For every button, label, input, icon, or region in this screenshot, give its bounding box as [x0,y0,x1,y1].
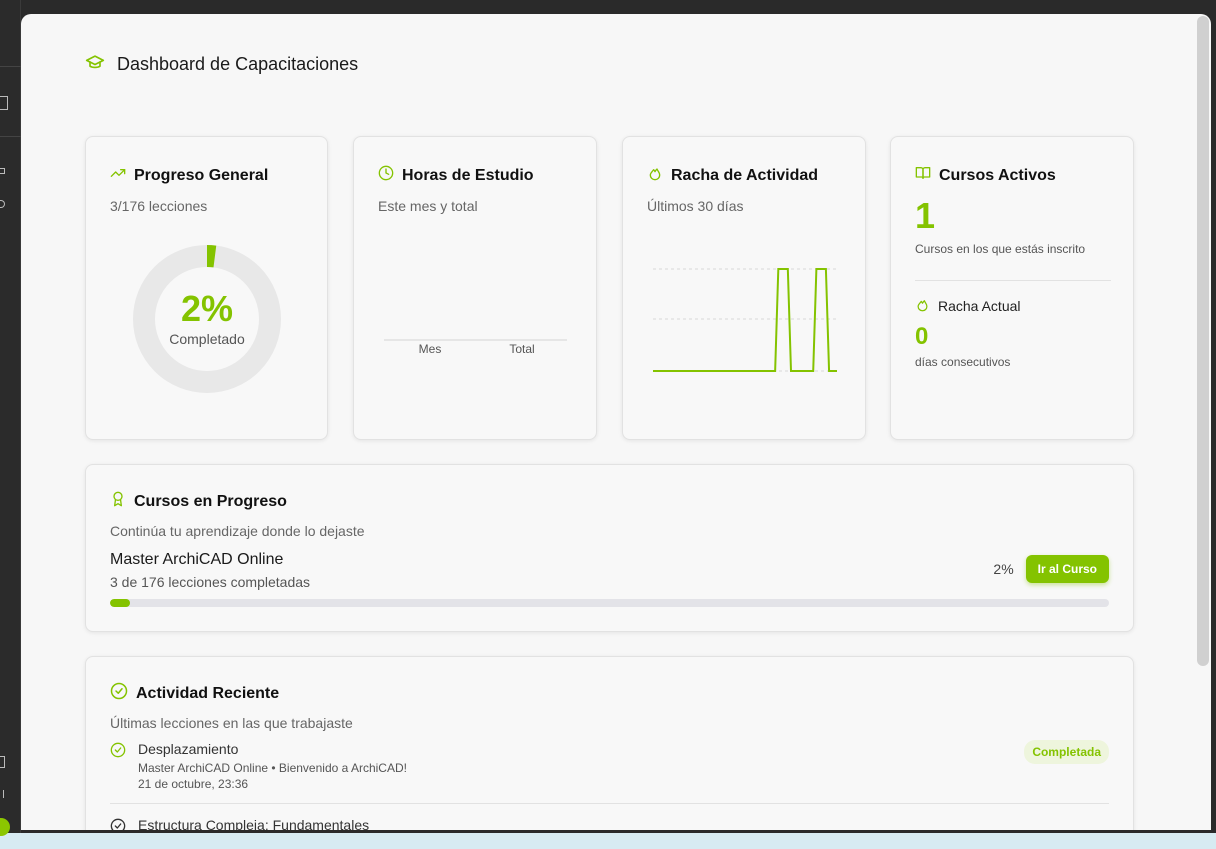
divider [110,803,1109,804]
study-hours-subtitle: Este mes y total [378,198,478,214]
active-courses-count: 1 [915,195,936,236]
progress-donut: 2% Completado [132,244,282,394]
x-tick-label: Mes [419,342,442,356]
list-item[interactable]: Desplazamiento Master ArchiCAD Online • … [110,741,407,791]
book-open-icon [915,165,931,186]
progress-percent: 2% [180,288,234,329]
card-title-text: Cursos en Progreso [134,492,287,510]
card-title: Actividad Reciente [110,682,353,705]
activity-lesson-title: Desplazamiento [138,741,239,757]
current-streak-title-text: Racha Actual [938,297,1021,314]
check-circle-icon [110,742,126,791]
trending-up-icon [110,165,126,186]
card-title: Progreso General [110,165,268,186]
rail-home-icon[interactable] [0,168,5,174]
flame-icon [915,297,930,315]
rail-divider [0,136,21,137]
current-streak-label: días consecutivos [915,354,1011,369]
check-circle-icon [110,682,128,705]
streak-series-line [653,268,837,372]
current-streak-title: Racha Actual [915,297,1111,315]
card-title-text: Actividad Reciente [136,684,280,702]
left-sidebar-rail [0,0,21,836]
card-title: Racha de Actividad [647,165,818,186]
card-title-text: Progreso General [134,166,269,184]
card-title: Cursos en Progreso [110,490,365,513]
activity-lesson-course: Master ArchiCAD Online • Bienvenido a Ar… [138,761,407,775]
recent-activity-card: Actividad Reciente Últimas lecciones en … [85,656,1134,830]
course-name: Master ArchiCAD Online [110,551,284,568]
main-panel: Dashboard de Capacitaciones Progreso Gen… [21,14,1211,830]
activity-streak-card: Racha de Actividad Últimos 30 días [622,136,866,440]
x-tick-label: Total [509,342,534,356]
activity-lesson-title: Estructura Compleja: Fundamentales [138,817,370,830]
rail-divider [0,66,21,67]
recent-activity-subtitle: Últimas lecciones en las que trabajaste [110,715,353,731]
rail-account-icon[interactable] [0,790,4,798]
flame-icon [647,165,663,186]
study-hours-card: Horas de Estudio Este mes y total Mes Tot… [353,136,597,440]
rail-history-icon[interactable] [0,200,5,208]
page-header: Dashboard de Capacitaciones [85,52,358,77]
page-title: Dashboard de Capacitaciones [117,54,359,74]
study-hours-chart: Mes Total [384,339,567,356]
scrollbar[interactable] [1197,16,1209,666]
divider [915,279,1111,281]
courses-in-progress-subtitle: Continúa tu aprendizaje donde lo dejaste [110,523,365,539]
activity-streak-chart [653,268,837,372]
current-streak-value: 0 [915,322,929,350]
course-progress-fill [110,599,130,607]
course-percent: 2% [993,561,1014,577]
activity-lesson-date: 21 de octubre, 23:36 [138,777,249,791]
course-lessons-detail: 3 de 176 lecciones completadas [110,574,311,590]
course-info: Master ArchiCAD Online 3 de 176 leccione… [110,551,310,590]
avatar[interactable] [0,818,10,836]
progress-label: Completado [169,331,245,347]
clock-icon [378,165,394,186]
status-badge: Completada [1024,740,1109,764]
list-item[interactable]: Estructura Compleja: Fundamentales [110,817,369,830]
lessons-count: 3/176 lecciones [110,198,208,214]
card-title: Cursos Activos [915,165,1111,186]
course-actions: 2% Ir al Curso [993,555,1109,583]
card-title-text: Racha de Actividad [671,166,819,184]
graduation-cap-icon [85,52,105,77]
go-to-course-button[interactable]: Ir al Curso [1025,555,1109,583]
activity-streak-subtitle: Últimos 30 días [647,198,744,214]
active-courses-card: Cursos Activos 1 Cursos en los que estás… [890,136,1134,440]
progress-general-card: Progreso General 3/176 lecciones 2% Comp… [85,136,328,440]
card-title: Horas de Estudio [378,165,534,186]
card-title-text: Horas de Estudio [402,166,534,184]
award-icon [110,490,126,513]
course-progress-bar [110,599,1109,607]
courses-in-progress-card: Cursos en Progreso Continúa tu aprendiza… [85,464,1134,632]
card-title-text: Cursos Activos [939,166,1056,184]
rail-page-icon[interactable] [0,96,8,110]
rail-settings-icon[interactable] [0,756,5,768]
active-courses-label: Cursos en los que estás inscrito [915,241,1086,256]
check-circle-icon [110,818,126,830]
